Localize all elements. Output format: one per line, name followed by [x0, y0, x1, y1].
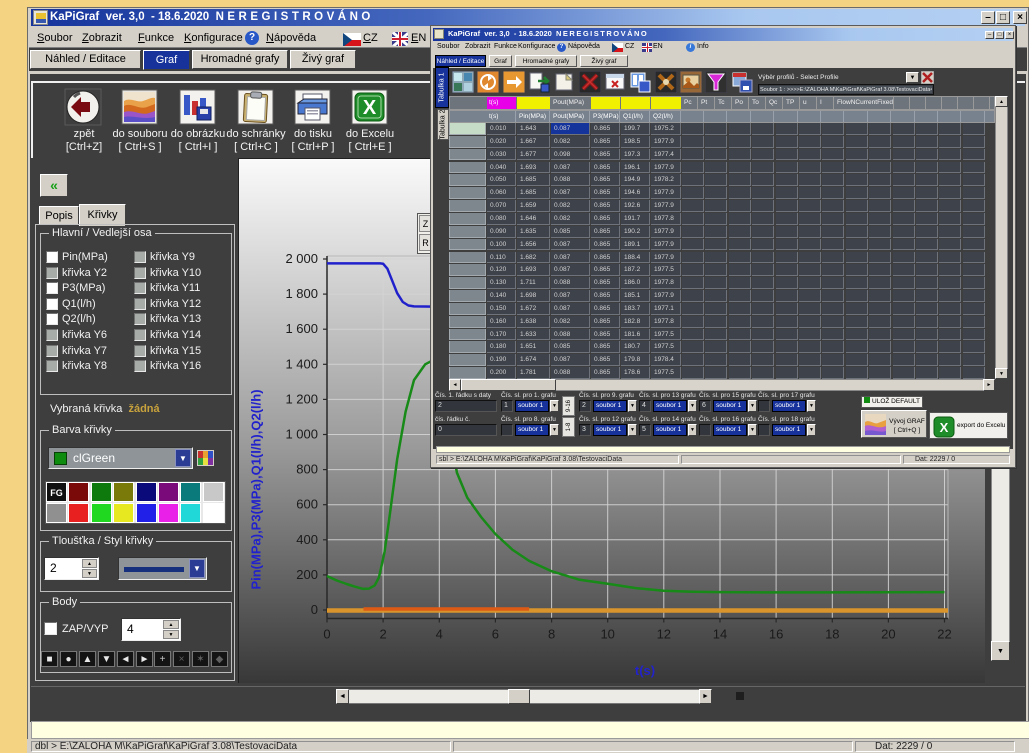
svg-text:18: 18	[825, 627, 839, 642]
svg-text:10: 10	[600, 627, 614, 642]
svg-text:0: 0	[323, 627, 330, 642]
svg-text:14: 14	[713, 627, 727, 642]
svg-text:22: 22	[937, 627, 951, 642]
svg-text:X: X	[363, 97, 377, 119]
svg-text:1 000: 1 000	[285, 427, 318, 442]
svg-text:X: X	[940, 420, 949, 435]
svg-text:1 400: 1 400	[285, 356, 318, 371]
svg-text:20: 20	[881, 627, 895, 642]
svg-text:16: 16	[769, 627, 783, 642]
svg-text:2: 2	[379, 627, 386, 642]
svg-text:4: 4	[436, 627, 443, 642]
svg-text:1 800: 1 800	[285, 286, 318, 301]
svg-text:8: 8	[548, 627, 555, 642]
svg-text:2 000: 2 000	[285, 251, 318, 266]
svg-text:1 600: 1 600	[285, 321, 318, 336]
svg-text:6: 6	[492, 627, 499, 642]
svg-text:400: 400	[296, 532, 318, 547]
svg-text:1 200: 1 200	[285, 391, 318, 406]
svg-text:0: 0	[311, 602, 318, 617]
svg-text:600: 600	[296, 497, 318, 512]
svg-text:800: 800	[296, 462, 318, 477]
svg-text:12: 12	[657, 627, 671, 642]
svg-text:200: 200	[296, 567, 318, 582]
